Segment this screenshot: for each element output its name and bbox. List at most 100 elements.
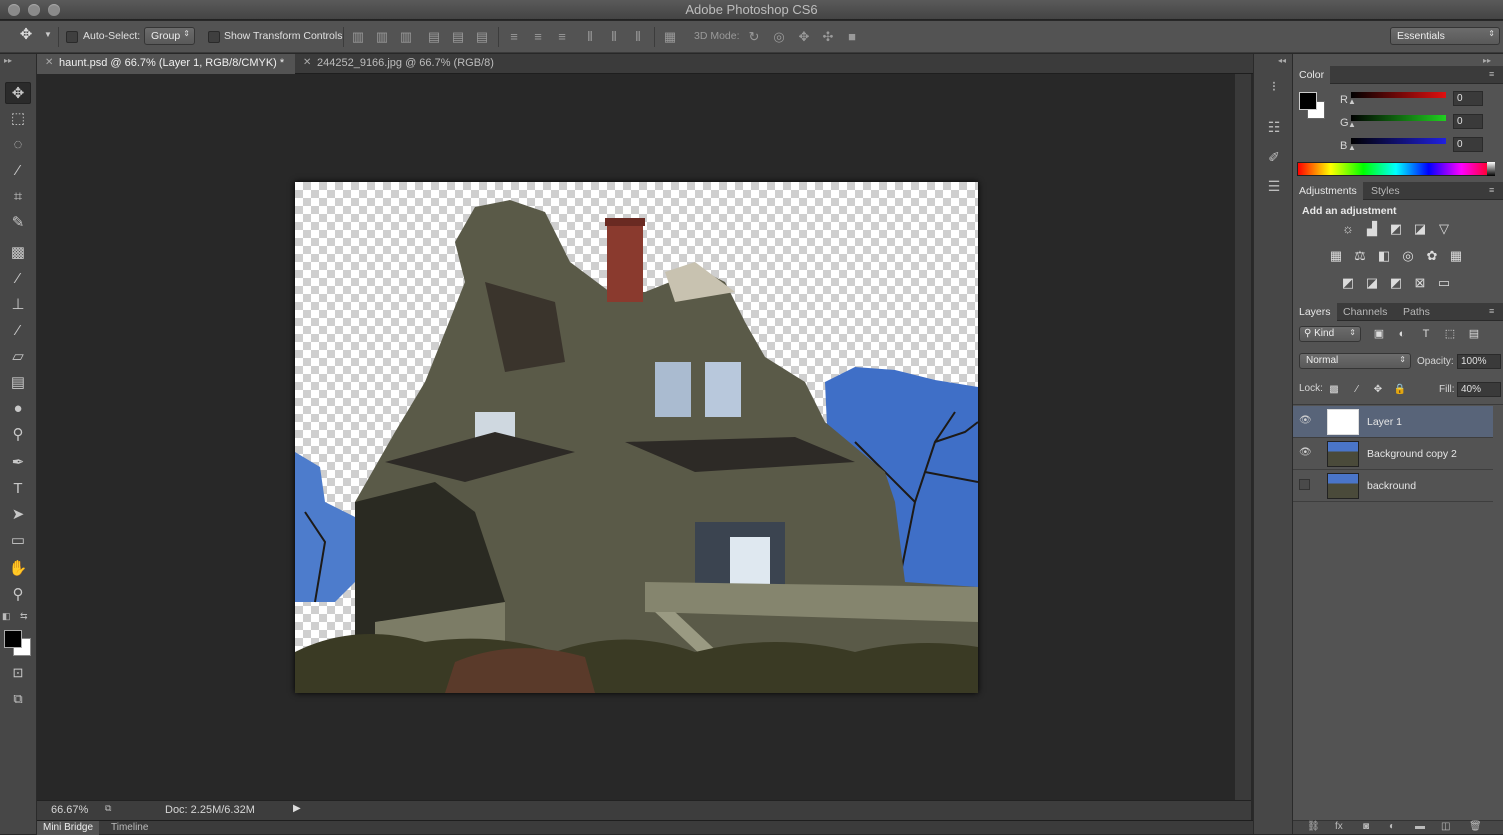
green-slider[interactable] xyxy=(1351,115,1446,121)
lock-position-icon[interactable]: ✥ xyxy=(1369,382,1387,398)
crop-tool-icon[interactable]: ⌗ xyxy=(5,186,31,208)
color-fg-swatch[interactable] xyxy=(1299,92,1317,110)
hand-tool-icon[interactable]: ✋ xyxy=(5,558,31,580)
distribute-right-icon[interactable]: ⫴ xyxy=(630,29,646,45)
screen-mode-icon[interactable]: ⧉ xyxy=(5,688,31,710)
slider-handle-icon[interactable]: ▲ xyxy=(1348,120,1356,129)
add-mask-icon[interactable]: ◙ xyxy=(1363,821,1369,832)
gradient-tool-icon[interactable]: ▤ xyxy=(5,372,31,394)
levels-icon[interactable]: ▟ xyxy=(1363,221,1381,237)
visibility-toggle-off[interactable] xyxy=(1299,479,1310,490)
brush-panel-icon[interactable]: ✐ xyxy=(1264,149,1284,169)
tab-adjustments[interactable]: Adjustments xyxy=(1293,182,1363,200)
blue-slider[interactable] xyxy=(1351,138,1446,144)
tab-jpg[interactable]: ✕ 244252_9166.jpg @ 66.7% (RGB/8) xyxy=(295,54,505,74)
align-left-icon[interactable]: ▤ xyxy=(426,29,442,45)
new-layer-icon[interactable]: ◫ xyxy=(1441,821,1450,832)
3d-scale-icon[interactable]: ■ xyxy=(844,29,860,45)
brush-tool-icon[interactable]: ⁄ xyxy=(5,268,31,290)
clone-stamp-tool-icon[interactable]: ⊥ xyxy=(5,294,31,316)
slider-handle-icon[interactable]: ▲ xyxy=(1348,143,1356,152)
collapse-strip-icon[interactable]: ◂◂ xyxy=(1278,56,1286,65)
threshold-icon[interactable]: ◩ xyxy=(1387,275,1405,291)
close-tab-icon[interactable]: ✕ xyxy=(45,57,53,68)
3d-pan-icon[interactable]: ✥ xyxy=(796,29,812,45)
lock-pixels-icon[interactable]: ⁄ xyxy=(1348,382,1366,398)
curves-icon[interactable]: ◩ xyxy=(1387,221,1405,237)
rectangle-tool-icon[interactable]: ▭ xyxy=(5,530,31,552)
align-top-icon[interactable]: ▥ xyxy=(350,29,366,45)
distribute-vcenter-icon[interactable]: ≡ xyxy=(530,29,546,45)
tab-paths[interactable]: Paths xyxy=(1397,303,1436,321)
auto-align-icon[interactable]: ▦ xyxy=(662,29,678,45)
3d-slide-icon[interactable]: ✣ xyxy=(820,29,836,45)
tab-color[interactable]: Color xyxy=(1293,66,1331,84)
red-slider[interactable] xyxy=(1351,92,1446,98)
posterize-icon[interactable]: ◪ xyxy=(1363,275,1381,291)
fill-value[interactable]: 40% xyxy=(1457,382,1501,397)
expand-panels-icon[interactable]: ▸▸ xyxy=(1483,56,1491,65)
color-balance-icon[interactable]: ⚖ xyxy=(1351,248,1369,264)
blue-value[interactable]: 0 xyxy=(1453,137,1483,152)
auto-select-checkbox[interactable] xyxy=(66,31,78,43)
auto-select-dropdown[interactable]: Group ⇕ xyxy=(144,27,195,45)
quick-mask-icon[interactable]: ⊡ xyxy=(5,662,31,684)
tab-styles[interactable]: Styles xyxy=(1365,182,1406,200)
history-brush-tool-icon[interactable]: ⁄ xyxy=(5,320,31,342)
close-tab-icon[interactable]: ✕ xyxy=(303,57,311,68)
status-menu-arrow-icon[interactable]: ▶ xyxy=(293,803,301,814)
healing-brush-tool-icon[interactable]: ▩ xyxy=(5,242,31,264)
gradient-map-icon[interactable]: ▭ xyxy=(1435,275,1453,291)
zoom-level[interactable]: 66.67% xyxy=(51,804,88,816)
align-vcenter-icon[interactable]: ▥ xyxy=(374,29,390,45)
visibility-eye-icon[interactable]: 👁 xyxy=(1299,415,1313,427)
bw-icon[interactable]: ◧ xyxy=(1375,248,1393,264)
zoom-tool-icon[interactable]: ⚲ xyxy=(5,584,31,606)
fx-icon[interactable]: fx xyxy=(1335,821,1343,832)
red-value[interactable]: 0 xyxy=(1453,91,1483,106)
tab-timeline[interactable]: Timeline xyxy=(105,821,154,834)
tab-layers[interactable]: Layers xyxy=(1293,303,1337,321)
distribute-top-icon[interactable]: ≡ xyxy=(506,29,522,45)
dodge-tool-icon[interactable]: ⚲ xyxy=(5,424,31,446)
collapse-panel-icon[interactable]: ▸▸ xyxy=(4,56,12,65)
distribute-bottom-icon[interactable]: ≡ xyxy=(554,29,570,45)
move-tool-preset-icon[interactable]: ✥ xyxy=(18,27,34,43)
invert-icon[interactable]: ◩ xyxy=(1339,275,1357,291)
filter-smart-object-icon[interactable]: ▤ xyxy=(1465,326,1483,342)
workspace-dropdown[interactable]: Essentials ⇕ xyxy=(1390,27,1500,45)
type-tool-icon[interactable]: T xyxy=(5,478,31,500)
tab-mini-bridge[interactable]: Mini Bridge xyxy=(37,821,100,835)
chevron-down-icon[interactable]: ▼ xyxy=(44,30,52,39)
align-bottom-icon[interactable]: ▥ xyxy=(398,29,414,45)
slider-handle-icon[interactable]: ▲ xyxy=(1348,97,1356,106)
vibrance-icon[interactable]: ▽ xyxy=(1435,221,1453,237)
panel-menu-icon[interactable]: ≡ xyxy=(1489,306,1494,316)
channel-mixer-icon[interactable]: ✿ xyxy=(1423,248,1441,264)
selective-color-icon[interactable]: ⊠ xyxy=(1411,275,1429,291)
hue-sat-icon[interactable]: ▦ xyxy=(1327,248,1345,264)
panel-menu-icon[interactable]: ≡ xyxy=(1489,69,1494,79)
move-tool-icon[interactable]: ✥ xyxy=(5,82,31,104)
bw-ramp[interactable] xyxy=(1487,162,1495,176)
lock-transparent-icon[interactable]: ▩ xyxy=(1325,382,1343,398)
panel-menu-icon[interactable]: ≡ xyxy=(1489,185,1494,195)
layer-filter-dropdown[interactable]: ⚲ Kind ⇕ xyxy=(1299,326,1361,342)
pen-tool-icon[interactable]: ✒ xyxy=(5,452,31,474)
default-colors-icon[interactable]: ◧ xyxy=(2,611,11,622)
layer-row[interactable]: 👁 Background copy 2 xyxy=(1293,438,1493,470)
brush-presets-icon[interactable]: ☷ xyxy=(1264,119,1284,139)
opacity-value[interactable]: 100% xyxy=(1457,354,1501,369)
vertical-scrollbar[interactable] xyxy=(1235,74,1251,800)
marquee-tool-icon[interactable]: ⬚ xyxy=(5,108,31,130)
path-select-tool-icon[interactable]: ➤ xyxy=(5,504,31,526)
foreground-color-swatch[interactable] xyxy=(4,630,22,648)
document-image[interactable] xyxy=(295,182,978,693)
color-lookup-icon[interactable]: ▦ xyxy=(1447,248,1465,264)
3d-roll-icon[interactable]: ◎ xyxy=(771,29,787,45)
transform-controls-checkbox[interactable] xyxy=(208,31,220,43)
eyedropper-tool-icon[interactable]: ✎ xyxy=(5,212,31,234)
green-value[interactable]: 0 xyxy=(1453,114,1483,129)
trash-icon[interactable]: 🗑 xyxy=(1469,821,1482,832)
tab-haunt-psd[interactable]: ✕ haunt.psd @ 66.7% (Layer 1, RGB/8/CMYK… xyxy=(37,54,295,74)
